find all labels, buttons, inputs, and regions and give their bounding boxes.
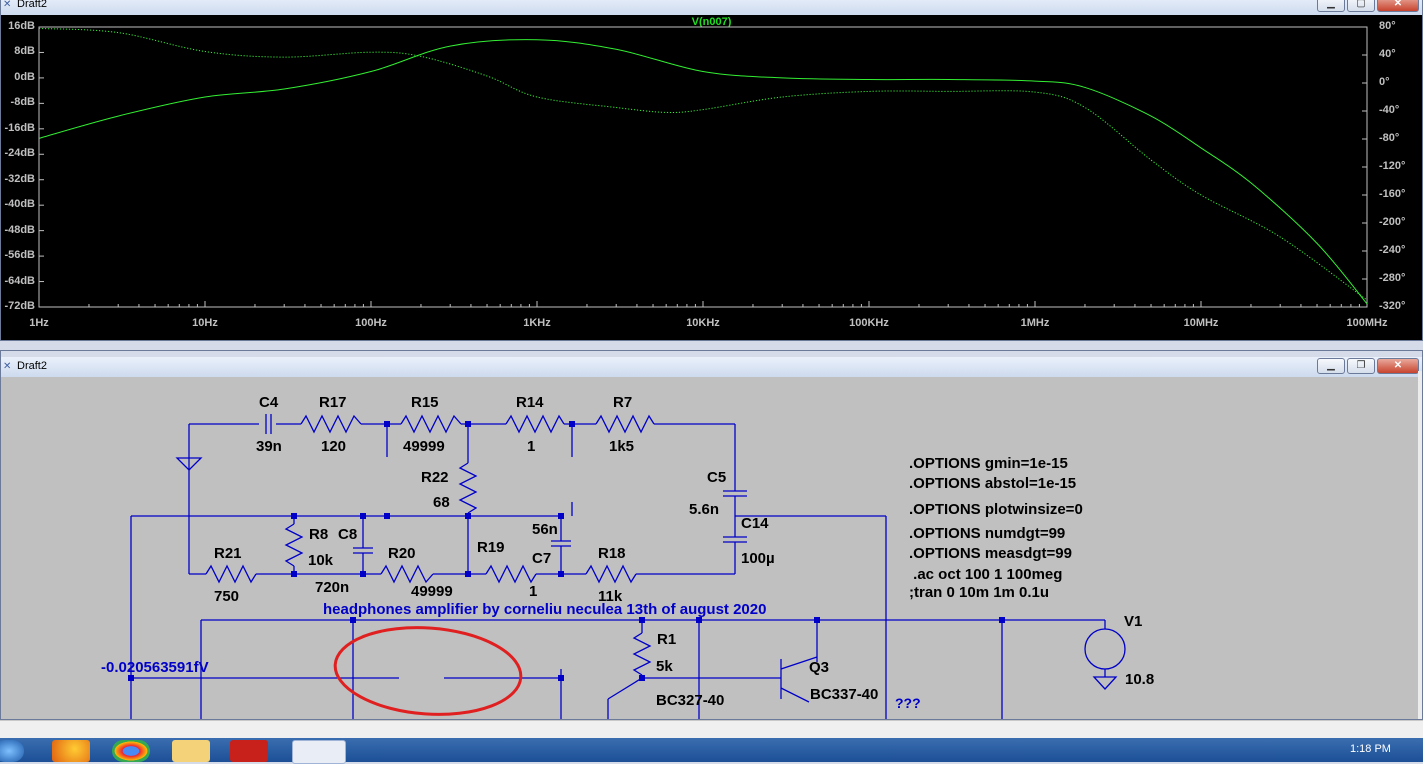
chrome-icon[interactable] [112, 740, 150, 762]
ltspice-icon[interactable] [292, 740, 346, 764]
component-value[interactable]: 10k [308, 552, 333, 569]
component-value[interactable]: 1 [527, 438, 535, 455]
component-ref[interactable]: Q3 [809, 659, 829, 676]
spice-directive[interactable]: .OPTIONS gmin=1e-15 [909, 455, 1068, 472]
component-value[interactable]: 1k5 [609, 438, 634, 455]
component-ref[interactable]: C14 [741, 515, 769, 532]
voltage-readout: -0.020563591fV [101, 659, 209, 676]
component-ref[interactable]: C8 [338, 526, 357, 543]
plot-window-title: Draft2 [17, 0, 47, 10]
component-value[interactable]: 120 [321, 438, 346, 455]
magnitude-trace[interactable] [38, 39, 1368, 305]
plot-pane[interactable]: V(n007) 16dB 8dB 0dB -8dB -16dB -24dB -32dB -40… [1, 15, 1422, 340]
plot-frame [38, 26, 1368, 308]
spice-directive[interactable]: ;tran 0 10m 1m 0.1u [909, 584, 1049, 601]
close-button[interactable]: ✕ [1377, 0, 1419, 12]
component-value[interactable]: 68 [433, 494, 450, 511]
component-value[interactable]: 49999 [403, 438, 445, 455]
minimize-button[interactable]: ▁ [1317, 358, 1345, 374]
clock[interactable]: 1:18 PM [1350, 743, 1391, 755]
component-ref[interactable]: V1 [1124, 613, 1142, 630]
component-value[interactable]: 39n [256, 438, 282, 455]
window-frame [1418, 371, 1422, 719]
component-value[interactable]: 10.8 [1125, 671, 1154, 688]
component-ref[interactable]: C7 [532, 550, 551, 567]
plot-titlebar[interactable]: ✕ Draft2 ▁ ▢ ✕ [1, 0, 1422, 15]
component-value[interactable]: 720n [315, 579, 349, 596]
component-ref[interactable]: C4 [259, 394, 278, 411]
component-value[interactable]: 5.6n [689, 501, 719, 518]
component-value[interactable]: BC327-40 [656, 692, 724, 709]
spice-directive[interactable]: .OPTIONS plotwinsize=0 [909, 501, 1083, 518]
component-ref[interactable]: R8 [309, 526, 328, 543]
taskbar: 1:18 PM [0, 738, 1423, 764]
firefox-icon[interactable] [52, 740, 90, 762]
component-ref[interactable]: R19 [477, 539, 505, 556]
component-ref[interactable]: R14 [516, 394, 544, 411]
bode-plot [38, 26, 1368, 308]
component-ref[interactable]: R21 [214, 545, 242, 562]
component-ref[interactable]: R22 [421, 469, 449, 486]
spice-directive[interactable]: .OPTIONS numdgt=99 [909, 525, 1065, 542]
schematic-window-title: Draft2 [17, 360, 47, 372]
start-orb-icon[interactable] [0, 740, 24, 762]
waveform-window: ✕ Draft2 ▁ ▢ ✕ V(n007) 16dB 8dB 0dB -8dB -16… [0, 0, 1423, 341]
component-ref[interactable]: R7 [613, 394, 632, 411]
component-ref[interactable]: C5 [707, 469, 726, 486]
component-ref[interactable]: R15 [411, 394, 439, 411]
component-value[interactable]: 750 [214, 588, 239, 605]
red-annotation-circle [333, 626, 523, 716]
schematic-heading[interactable]: headphones amplifier by corneliu neculea… [323, 601, 766, 618]
close-button[interactable]: ✕ [1377, 358, 1419, 374]
spice-directive[interactable]: .ac oct 100 1 100meg [909, 566, 1062, 583]
pdf-reader-icon[interactable] [230, 740, 268, 762]
schematic-window: ✕ Draft2 ▁ ❐ ✕ C4 39n R17 120 R15 49999 … [0, 350, 1423, 720]
restore-button[interactable]: ❐ [1347, 358, 1375, 374]
component-value[interactable]: 100µ [741, 550, 775, 567]
component-ref[interactable]: R1 [657, 631, 676, 648]
component-value[interactable]: 1 [529, 583, 537, 600]
schematic-titlebar[interactable]: ✕ Draft2 ▁ ❐ ✕ [1, 357, 1422, 377]
schematic-canvas[interactable]: C4 39n R17 120 R15 49999 R14 1 R7 1k5 R22 68 C5 5.6n C… [1, 377, 1418, 719]
maximize-button[interactable]: ▢ [1347, 0, 1375, 12]
component-value[interactable]: 56n [532, 521, 558, 538]
component-ref[interactable]: R18 [598, 545, 626, 562]
question-marks: ??? [895, 695, 921, 711]
folder-icon[interactable] [172, 740, 210, 762]
component-value[interactable]: 49999 [411, 583, 453, 600]
app-icon: ✕ [3, 361, 12, 372]
component-value[interactable]: BC337-40 [810, 686, 878, 703]
component-ref[interactable]: R20 [388, 545, 416, 562]
app-icon: ✕ [3, 0, 12, 10]
component-ref[interactable]: R17 [319, 394, 347, 411]
spice-directive[interactable]: .OPTIONS abstol=1e-15 [909, 475, 1076, 492]
minimize-button[interactable]: ▁ [1317, 0, 1345, 12]
status-strip [0, 720, 1423, 739]
phase-trace[interactable] [38, 27, 1368, 301]
component-value[interactable]: 5k [656, 658, 673, 675]
spice-directive[interactable]: .OPTIONS measdgt=99 [909, 545, 1072, 562]
